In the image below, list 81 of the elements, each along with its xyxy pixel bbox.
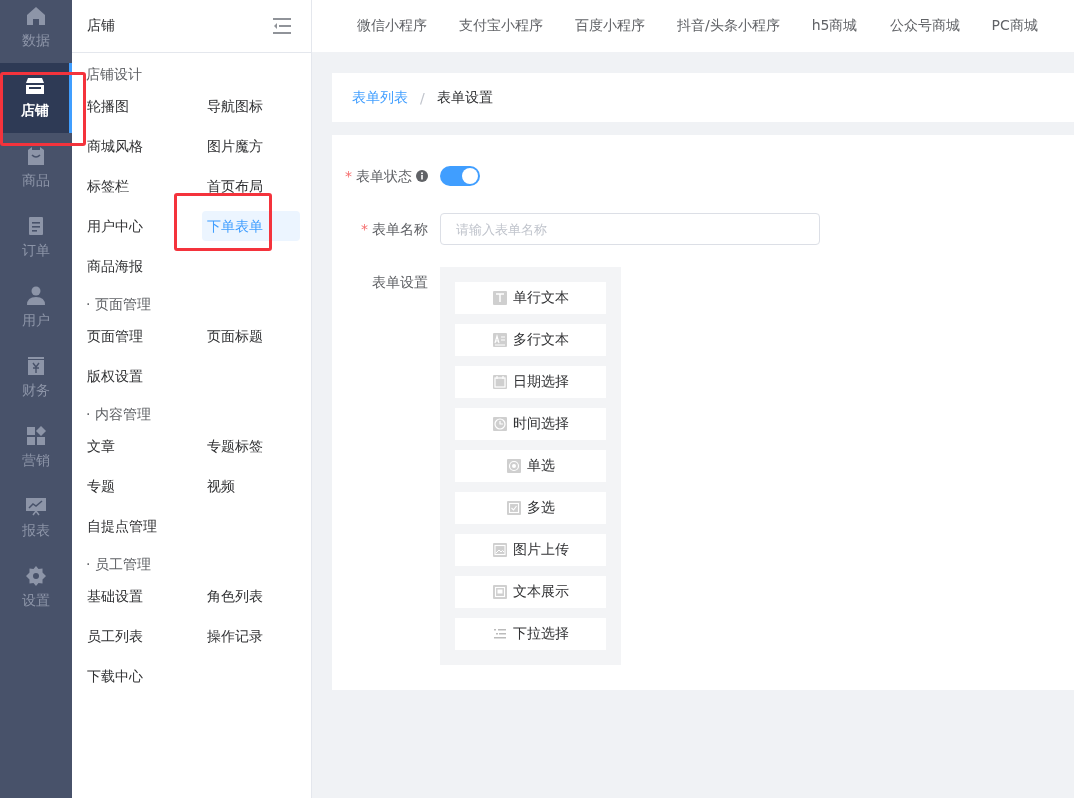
submenu-item[interactable]: 专题标签 [202,431,300,461]
submenu-item[interactable]: 自提点管理 [82,511,197,541]
platform-tab[interactable]: 公众号商城 [889,17,960,35]
field-type-button[interactable]: 时间选择 [455,408,606,440]
info-icon[interactable] [416,170,428,182]
wallet-icon [26,356,46,376]
breadcrumb-current: 表单设置 [436,88,493,107]
field-type-button[interactable]: 单选 [455,450,606,482]
status-switch[interactable] [440,166,480,186]
text-icon [492,291,507,305]
submenu-item[interactable]: 标签栏 [82,171,197,201]
submenu-item[interactable]: 员工列表 [82,621,197,651]
chart-icon [26,496,46,516]
bag-icon [26,146,46,166]
field-label: 表单状态 [356,167,412,186]
submenu-item[interactable]: 版权设置 [82,361,197,391]
platform-tab[interactable]: PC商城 [991,17,1038,35]
field-type-label: 图片上传 [512,541,569,559]
image-icon [492,543,507,557]
field-label: 表单名称 [372,220,428,239]
apps-icon [26,426,46,446]
note-icon [492,585,507,599]
platform-tab[interactable]: 抖音/头条小程序 [677,17,780,35]
submenu-item[interactable]: 商城风格 [82,131,197,161]
field-type-button[interactable]: 下拉选择 [455,618,606,650]
field-type-label: 文本展示 [512,583,569,601]
calendar-icon [492,375,507,389]
submenu-item[interactable]: 页面标题 [202,321,300,351]
document-icon [26,216,46,236]
submenu-item[interactable]: 页面管理 [82,321,197,351]
section-title: · 内容管理 [85,405,152,424]
field-type-label: 下拉选择 [512,625,569,643]
submenu-item[interactable]: 视频 [202,471,300,501]
user-icon [26,286,46,306]
submenu-item[interactable]: 角色列表 [202,581,300,611]
breadcrumb-separator: / [420,89,425,106]
field-type-button[interactable]: 文本展示 [455,576,606,608]
field-type-button[interactable]: 多行文本 [455,324,606,356]
paragraph-icon [492,333,507,347]
home-icon [26,6,46,26]
field-label: 表单设置 [372,273,428,292]
field-type-label: 多行文本 [512,331,569,349]
submenu-item[interactable]: 商品海报 [82,251,197,281]
field-type-label: 单选 [526,457,555,475]
radio-icon [506,459,521,473]
menu-fold-icon[interactable] [273,18,291,34]
shop-icon [24,76,45,96]
field-type-label: 日期选择 [512,373,569,391]
required-mark: * [361,220,368,239]
field-type-label: 时间选择 [512,415,569,433]
submenu-item[interactable]: 基础设置 [82,581,197,611]
submenu-item[interactable]: 用户中心 [82,211,197,241]
field-type-button[interactable]: 单行文本 [455,282,606,314]
required-mark: * [345,167,352,186]
submenu-title: 店铺 [87,17,115,35]
section-title: 店铺设计 [85,65,143,84]
submenu-item[interactable]: 文章 [82,431,197,461]
nav-item[interactable]: 店铺 [0,63,72,133]
platform-tab[interactable]: 支付宝小程序 [459,17,543,35]
checkbox-icon [506,501,521,515]
submenu-item[interactable]: 操作记录 [202,621,300,651]
clock-icon [492,417,507,431]
field-type-button[interactable]: 日期选择 [455,366,606,398]
submenu-item[interactable]: 图片魔方 [202,131,300,161]
field-type-label: 单行文本 [512,289,569,307]
submenu-item[interactable]: 专题 [82,471,197,501]
submenu-item[interactable]: 轮播图 [82,91,197,121]
platform-tab[interactable]: 微信小程序 [357,17,427,35]
submenu-item[interactable]: 导航图标 [202,91,300,121]
field-type-button[interactable]: 图片上传 [455,534,606,566]
field-type-label: 多选 [526,499,555,517]
section-title: · 员工管理 [85,555,152,574]
platform-tab[interactable]: 百度小程序 [575,17,645,35]
platform-tab[interactable]: h5商城 [811,17,858,35]
settings-icon [26,566,46,586]
form-name-input[interactable]: 请输入表单名称 [440,213,820,245]
field-type-button[interactable]: 多选 [455,492,606,524]
section-title: · 页面管理 [85,295,152,314]
submenu-item[interactable]: 下载中心 [82,661,197,691]
list-icon [492,627,507,641]
submenu-item[interactable]: 首页布局 [202,171,300,201]
